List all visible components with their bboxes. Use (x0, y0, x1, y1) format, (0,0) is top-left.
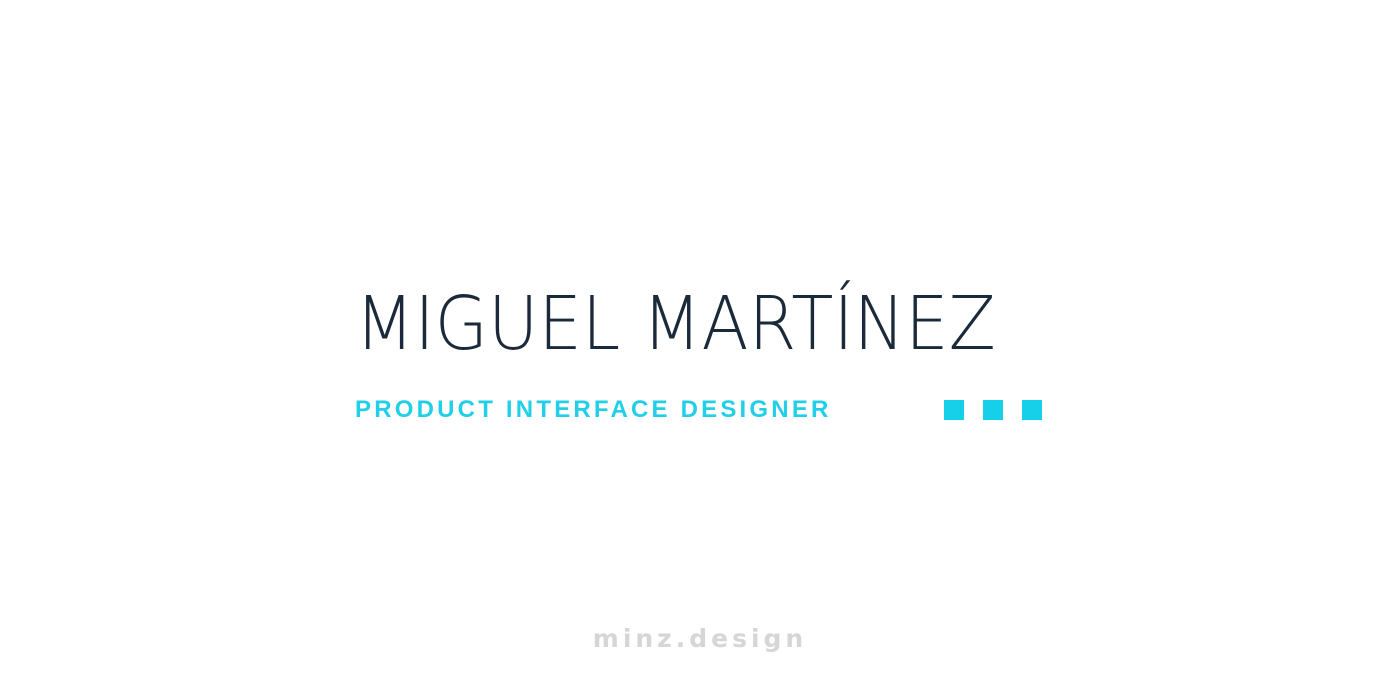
job-title: PRODUCT INTERFACE DESIGNER (355, 396, 832, 423)
square-icon (983, 400, 1003, 420)
person-name: MIGUEL MARTÍNEZ (355, 281, 996, 367)
square-icon (944, 400, 964, 420)
page: MIGUEL MARTÍNEZ PRODUCT INTERFACE DESIGN… (0, 0, 1400, 700)
decorative-squares (944, 400, 1042, 420)
square-icon (1022, 400, 1042, 420)
website-link[interactable]: minz.design (0, 622, 1400, 656)
